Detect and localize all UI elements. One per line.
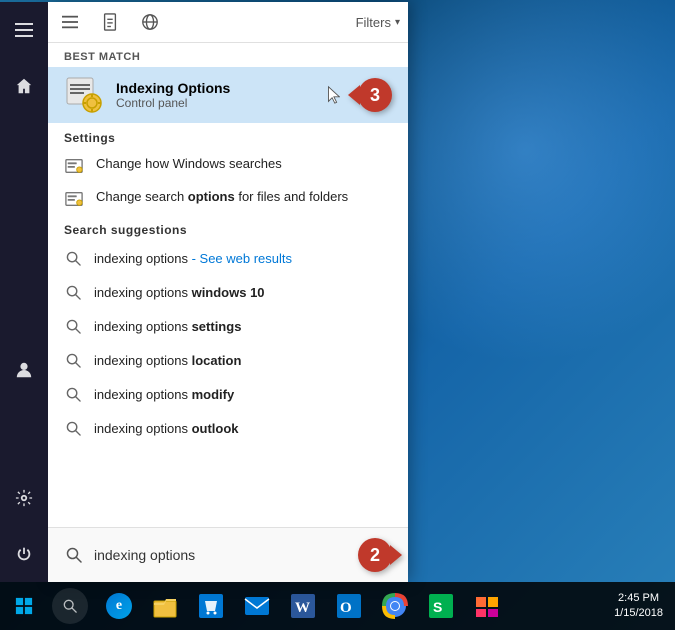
sidebar-home[interactable] — [0, 62, 48, 110]
suggestion-item-2[interactable]: indexing options settings — [48, 309, 408, 343]
taskbar-items: e — [96, 582, 602, 630]
step2-badge: 2 — [358, 538, 392, 572]
step3-badge: 3 — [358, 78, 392, 112]
change-windows-search-text: Change how Windows searches — [96, 155, 282, 173]
clock-date: 1/15/2018 — [614, 606, 663, 621]
taskbar-app2[interactable] — [464, 582, 510, 630]
suggestion-text-5: indexing options outlook — [94, 421, 239, 436]
taskbar-app1[interactable]: S — [418, 582, 464, 630]
taskbar-chrome[interactable] — [372, 582, 418, 630]
start-button[interactable] — [0, 582, 48, 630]
best-match-text: Indexing Options Control panel — [116, 80, 230, 110]
best-match-item[interactable]: Indexing Options Control panel 3 — [48, 67, 408, 123]
search-icon-1 — [64, 283, 82, 301]
suggestion-text-4: indexing options modify — [94, 387, 234, 402]
search-icon-5 — [64, 419, 82, 437]
search-icon-2 — [64, 317, 82, 335]
taskbar-outlook[interactable]: O — [326, 582, 372, 630]
search-icon-0 — [64, 249, 82, 267]
settings-item2-icon — [64, 189, 84, 209]
best-match-label: Best match — [48, 43, 408, 67]
sidebar-settings[interactable] — [0, 474, 48, 522]
suggestion-text-2: indexing options settings — [94, 319, 241, 334]
search-header: Filters ▾ — [48, 2, 408, 43]
taskbar-store[interactable] — [188, 582, 234, 630]
search-icon-3 — [64, 351, 82, 369]
taskbar: e — [0, 582, 675, 630]
best-match-title: Indexing Options — [116, 80, 230, 96]
best-match-section: Best match Indexing Options — [48, 43, 408, 123]
taskbar-word[interactable]: W — [280, 582, 326, 630]
filters-label: Filters — [356, 15, 391, 30]
taskbar-edge[interactable]: e — [96, 582, 142, 630]
search-header-icons — [56, 8, 164, 36]
clock-time: 2:45 PM — [614, 591, 663, 606]
settings-section: Settings Change how Windows searches — [48, 123, 408, 215]
change-search-options-text: Change search options for files and fold… — [96, 188, 348, 206]
suggestion-item-5[interactable]: indexing options outlook — [48, 411, 408, 445]
suggestion-item-3[interactable]: indexing options location — [48, 343, 408, 377]
suggestion-text-0: indexing options - See web results — [94, 251, 292, 266]
settings-label: Settings — [48, 123, 408, 149]
search-icon-4 — [64, 385, 82, 403]
settings-item-icon — [64, 156, 84, 176]
start-sidebar — [0, 2, 48, 582]
sidebar-hamburger[interactable] — [0, 6, 48, 54]
svg-text:S: S — [433, 599, 442, 615]
indexing-options-icon — [64, 75, 104, 115]
chevron-down-icon: ▾ — [395, 17, 400, 28]
filters-button[interactable]: Filters ▾ — [356, 15, 400, 30]
svg-text:W: W — [295, 600, 310, 616]
hamburger-icon[interactable] — [56, 8, 84, 36]
best-match-subtitle: Control panel — [116, 96, 230, 110]
search-panel: Filters ▾ Best match — [48, 2, 408, 582]
svg-text:O: O — [340, 600, 352, 616]
suggestion-item-0[interactable]: indexing options - See web results — [48, 241, 408, 275]
taskbar-search-button[interactable] — [52, 588, 88, 624]
globe-icon[interactable] — [136, 8, 164, 36]
document-icon[interactable] — [96, 8, 124, 36]
search-footer[interactable]: indexing options 2 — [48, 527, 408, 582]
suggestions-label: Search suggestions — [48, 215, 408, 241]
change-windows-search-item[interactable]: Change how Windows searches — [48, 149, 408, 182]
footer-search-icon — [64, 545, 84, 565]
taskbar-file-explorer[interactable] — [142, 582, 188, 630]
search-query[interactable]: indexing options — [94, 547, 358, 563]
suggestions-section: Search suggestions indexing options - Se… — [48, 215, 408, 445]
taskbar-clock[interactable]: 2:45 PM 1/15/2018 — [602, 591, 675, 622]
suggestion-text-1: indexing options windows 10 — [94, 285, 265, 300]
suggestion-item-4[interactable]: indexing options modify — [48, 377, 408, 411]
change-search-options-item[interactable]: Change search options for files and fold… — [48, 182, 408, 215]
suggestion-item-1[interactable]: indexing options windows 10 — [48, 275, 408, 309]
sidebar-power[interactable] — [0, 530, 48, 578]
suggestion-text-3: indexing options location — [94, 353, 241, 368]
taskbar-mail[interactable] — [234, 582, 280, 630]
sidebar-person[interactable] — [0, 346, 48, 394]
